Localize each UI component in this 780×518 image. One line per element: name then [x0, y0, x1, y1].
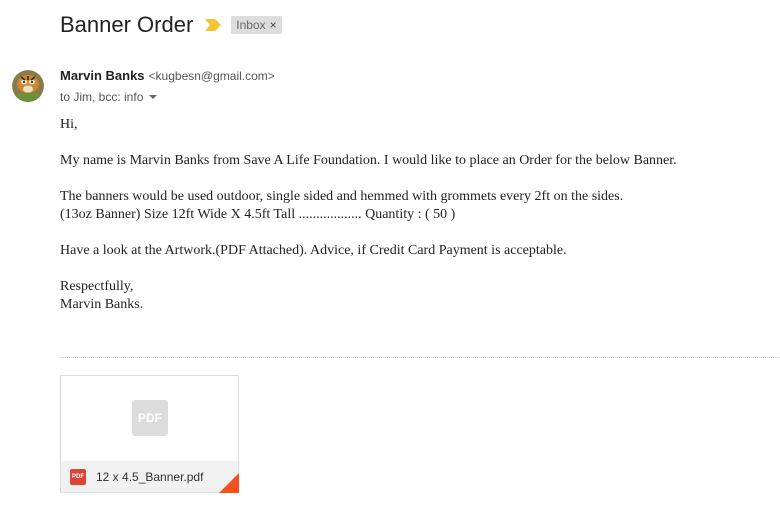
body-line: The banners would be used outdoor, singl…	[60, 189, 624, 204]
inbox-label-chip: Inbox ×	[231, 16, 282, 34]
body-line: Marvin Banks.	[60, 297, 144, 312]
importance-marker-icon[interactable]	[205, 19, 222, 31]
sender-row: Marvin Banks <kugbesn@gmail.com>	[60, 68, 275, 83]
recipients-row: to Jim, bcc: info	[60, 90, 158, 104]
sender-name[interactable]: Marvin Banks	[60, 68, 145, 83]
body-line: Have a look at the Artwork.(PDF Attached…	[60, 243, 567, 258]
avatar-image	[12, 70, 44, 102]
attachment-filename[interactable]: 12 x 4.5_Banner.pdf	[96, 470, 203, 484]
sender-avatar[interactable]	[12, 70, 44, 102]
attachment-preview[interactable]: PDF	[61, 376, 238, 460]
body-line: Hi,	[60, 117, 78, 132]
sender-email: <kugbesn@gmail.com>	[148, 69, 275, 83]
body-line: (13oz Banner) Size 12ft Wide X 4.5ft Tal…	[60, 207, 456, 222]
body-line: Respectfully,	[60, 279, 134, 294]
email-view: Banner Order Inbox × Marvin Banks <kugbe…	[0, 0, 780, 518]
pdf-icon: PDF	[70, 468, 86, 485]
attachment-card[interactable]: PDF PDF 12 x 4.5_Banner.pdf	[60, 375, 239, 493]
pdf-preview-icon: PDF	[132, 400, 168, 436]
subject-row: Banner Order Inbox ×	[60, 10, 282, 40]
pdf-preview-label: PDF	[138, 411, 162, 425]
chevron-down-icon[interactable]	[149, 95, 158, 99]
inbox-label-text: Inbox	[236, 17, 266, 32]
recipients-text: to Jim, bcc: info	[60, 90, 144, 104]
attachments-divider	[60, 357, 780, 358]
remove-label-icon[interactable]: ×	[270, 18, 277, 32]
email-subject: Banner Order	[60, 12, 194, 37]
email-body: Hi, My name is Marvin Banks from Save A …	[60, 116, 677, 314]
page-corner-icon	[219, 473, 239, 493]
attachment-footer[interactable]: PDF 12 x 4.5_Banner.pdf	[61, 461, 238, 492]
pdf-icon-label: PDF	[72, 473, 84, 480]
body-line: My name is Marvin Banks from Save A Life…	[60, 153, 677, 168]
